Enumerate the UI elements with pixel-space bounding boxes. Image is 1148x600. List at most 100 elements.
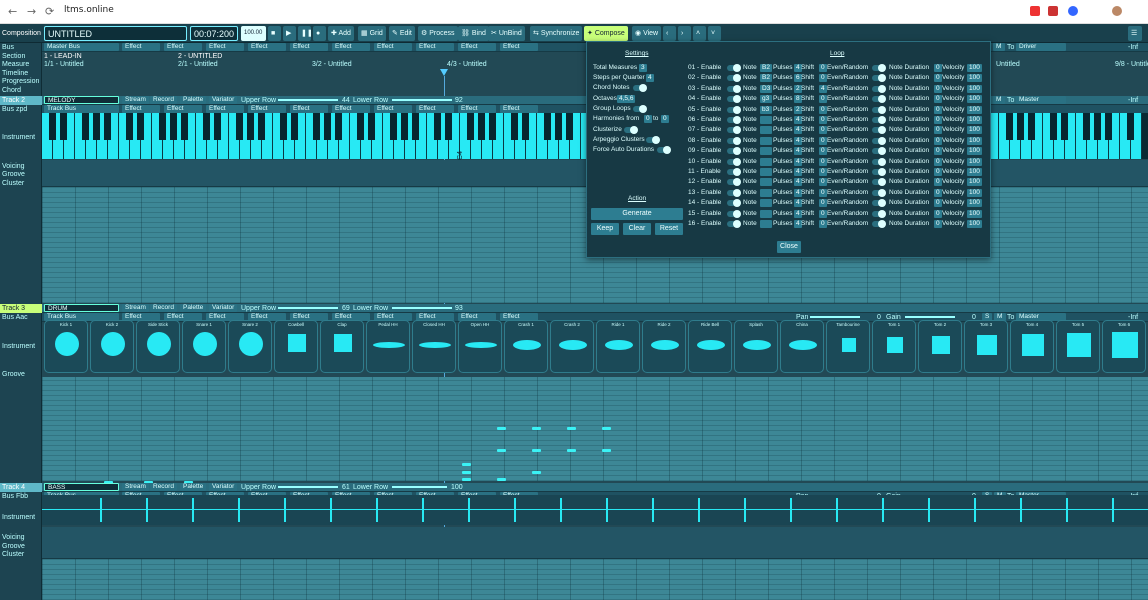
velocity-field[interactable]: 100: [967, 209, 982, 218]
drum-pad[interactable]: Crash 1: [504, 320, 548, 373]
drum-pad[interactable]: Tom 1: [872, 320, 916, 373]
loop-enable-toggle[interactable]: [727, 188, 741, 197]
piano-black-key[interactable]: [1083, 113, 1090, 140]
note-duration-field[interactable]: 0: [934, 157, 942, 166]
record-button[interactable]: Record: [150, 96, 177, 104]
even-random-toggle[interactable]: [872, 126, 886, 135]
upper-row-slider[interactable]: [278, 99, 338, 101]
note-field[interactable]: B2: [760, 64, 772, 72]
generate-button[interactable]: Generate: [591, 208, 683, 220]
note-duration-field[interactable]: 0: [934, 178, 942, 187]
up-icon[interactable]: ˄: [693, 26, 706, 41]
note-duration-field[interactable]: 0: [934, 168, 942, 176]
note-field[interactable]: [760, 136, 772, 145]
drum-pad[interactable]: Kick 1: [44, 320, 88, 373]
edit-button[interactable]: ✎ Edit: [389, 26, 415, 41]
drum-hit[interactable]: [602, 449, 611, 452]
prev-icon[interactable]: ‹: [663, 26, 676, 41]
force-auto-toggle[interactable]: [657, 146, 671, 154]
track2-name[interactable]: MELODY: [44, 96, 119, 104]
effect-slot[interactable]: Effect: [374, 43, 412, 51]
driver-select[interactable]: Driver: [1016, 43, 1066, 51]
measure-1[interactable]: 1/1 - Untitled: [44, 60, 84, 69]
unbind-button[interactable]: ✂ UnBind: [488, 26, 525, 41]
shift-field[interactable]: 0: [819, 168, 827, 176]
menu-icon[interactable]: ☰: [1128, 26, 1142, 41]
extension-icon[interactable]: [1030, 6, 1040, 16]
even-random-toggle[interactable]: [872, 64, 886, 72]
steps-field[interactable]: 4: [646, 74, 654, 82]
extension-icon[interactable]: [1068, 6, 1078, 16]
note-duration-field[interactable]: 0: [934, 105, 942, 114]
record-button[interactable]: Record: [150, 304, 177, 312]
note-field[interactable]: [760, 199, 772, 208]
loop-enable-toggle[interactable]: [727, 84, 741, 93]
lower-row-slider[interactable]: [392, 486, 447, 488]
effect-slot[interactable]: Effect: [290, 43, 328, 51]
measure-2[interactable]: 2/1 - Untitled: [178, 60, 218, 69]
piano-black-key[interactable]: [1006, 113, 1013, 140]
palette-button[interactable]: Palette: [180, 96, 207, 104]
record-button[interactable]: Record: [150, 483, 177, 491]
drum-pad[interactable]: Ride 1: [596, 320, 640, 373]
clusterize-toggle[interactable]: [624, 126, 638, 134]
upper-row-slider[interactable]: [278, 307, 338, 309]
effect-slot[interactable]: Effect: [122, 43, 160, 51]
mute-button[interactable]: M: [993, 96, 1005, 104]
reset-button[interactable]: Reset: [655, 223, 683, 235]
velocity-field[interactable]: 100: [967, 157, 982, 166]
velocity-field[interactable]: 100: [967, 95, 982, 104]
loop-enable-toggle[interactable]: [727, 116, 741, 124]
even-random-toggle[interactable]: [872, 199, 886, 208]
harmonies-from-field[interactable]: 0: [644, 115, 652, 123]
piano-black-key[interactable]: [203, 113, 210, 140]
total-measures-field[interactable]: 3: [639, 64, 647, 72]
piano-black-key[interactable]: [49, 113, 56, 140]
measure-4[interactable]: 4/3 - Untitled: [447, 60, 487, 69]
effect-slot[interactable]: Effect: [248, 43, 286, 51]
note-duration-field[interactable]: 0: [934, 188, 942, 197]
piano-black-key[interactable]: [60, 113, 67, 140]
loop-enable-toggle[interactable]: [727, 64, 741, 72]
process-button[interactable]: ⚙ Process: [418, 26, 458, 41]
lower-row-slider[interactable]: [392, 99, 452, 101]
note-field[interactable]: g3: [760, 95, 772, 104]
drum-pad[interactable]: Side Stick: [136, 320, 180, 373]
piano-black-key[interactable]: [159, 113, 166, 140]
drum-pad[interactable]: China: [780, 320, 824, 373]
avatar[interactable]: [1112, 6, 1122, 16]
note-field[interactable]: [760, 178, 772, 187]
note-duration-field[interactable]: 0: [934, 84, 942, 93]
effect-slot[interactable]: Effect: [206, 43, 244, 51]
drum-pad[interactable]: Snare 2: [228, 320, 272, 373]
track2-label[interactable]: Track 2: [0, 96, 42, 105]
even-random-toggle[interactable]: [872, 168, 886, 176]
effect-slot[interactable]: Effect: [248, 105, 286, 113]
effect-slot[interactable]: Effect: [458, 105, 496, 113]
drum-hit[interactable]: [532, 470, 541, 474]
loop-enable-toggle[interactable]: [727, 157, 741, 166]
gain-slider[interactable]: [905, 316, 955, 318]
voicing-lanes[interactable]: [42, 527, 1148, 559]
piano-black-key[interactable]: [170, 113, 177, 140]
effect-slot[interactable]: Effect: [416, 105, 454, 113]
even-random-toggle[interactable]: [872, 84, 886, 93]
shift-field[interactable]: 0: [819, 95, 827, 104]
piano-black-key[interactable]: [390, 113, 397, 140]
piano-black-key[interactable]: [280, 113, 287, 140]
measure-3[interactable]: 3/2 - Untitled: [312, 60, 352, 69]
loop-enable-toggle[interactable]: [727, 147, 741, 156]
piano-black-key[interactable]: [522, 113, 529, 140]
shift-field[interactable]: 4: [819, 84, 827, 93]
shift-field[interactable]: 0: [819, 126, 827, 135]
drum-pad[interactable]: Crash 2: [550, 320, 594, 373]
note-field[interactable]: [760, 157, 772, 166]
drum-pad[interactable]: Open HH: [458, 320, 502, 373]
note-duration-field[interactable]: 0: [934, 116, 942, 124]
drum-pad[interactable]: Kick 2: [90, 320, 134, 373]
note-field[interactable]: B2: [760, 74, 772, 83]
arpeggio-toggle[interactable]: [646, 136, 660, 144]
playhead-marker[interactable]: [440, 69, 448, 76]
note-field[interactable]: [760, 220, 772, 228]
shift-field[interactable]: 0: [819, 116, 827, 124]
